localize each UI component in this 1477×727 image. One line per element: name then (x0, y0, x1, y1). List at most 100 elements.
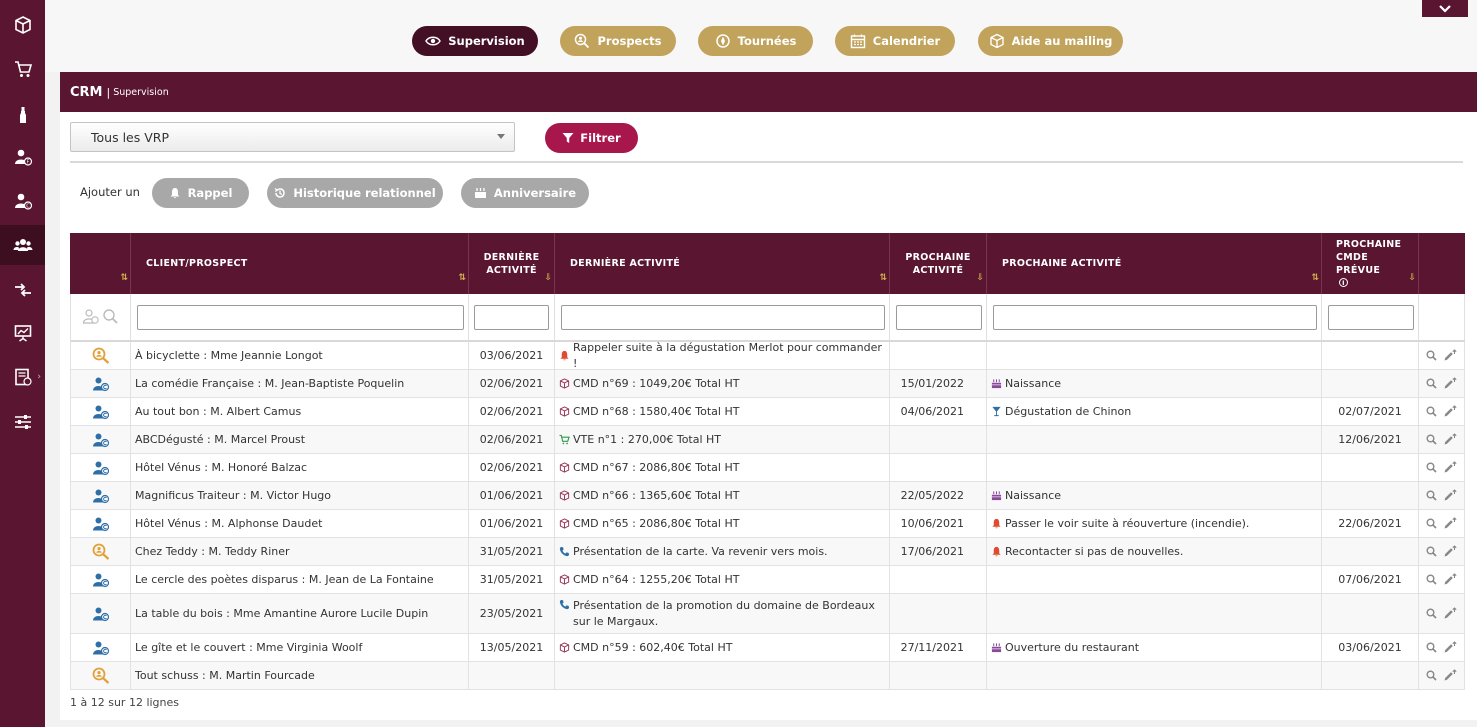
client-name[interactable]: Chez Teddy : M. Teddy Riner (135, 544, 290, 560)
client-icon[interactable] (92, 606, 110, 622)
edit-icon[interactable] (1443, 377, 1457, 390)
client-cell: Magnificus Traiteur : M. Victor Hugo (131, 482, 469, 509)
client-icon[interactable]: C (0, 181, 45, 221)
edit-icon[interactable] (1443, 641, 1457, 654)
nav-prospects-button[interactable]: Prospects (560, 26, 676, 56)
client-icon[interactable] (92, 488, 110, 504)
view-icon[interactable] (1426, 406, 1437, 417)
type-cell (70, 342, 131, 369)
nav-mailing-button[interactable]: Aide au mailing (978, 26, 1123, 56)
edit-icon[interactable] (1443, 405, 1457, 418)
prospect-icon[interactable] (92, 347, 110, 364)
bottle-icon[interactable] (0, 95, 45, 135)
client-icon[interactable] (92, 460, 110, 476)
table-row[interactable]: La comédie Française : M. Jean-Baptiste … (70, 370, 1465, 398)
edit-icon[interactable] (1443, 517, 1457, 530)
client-icon[interactable] (92, 640, 110, 656)
box-icon[interactable] (0, 5, 45, 45)
table-row[interactable]: Tout schuss : M. Martin Fourcade (70, 662, 1465, 690)
table-row[interactable]: ABCDégusté : M. Marcel Proust 02/06/2021 V… (70, 426, 1465, 454)
client-name[interactable]: Hôtel Vénus : M. Honoré Balzac (135, 460, 307, 476)
cake-icon (991, 642, 1002, 653)
vrp-select[interactable]: Tous les VRP (70, 122, 515, 152)
prospect-icon[interactable] (92, 667, 110, 684)
edit-icon[interactable] (1443, 349, 1457, 362)
view-icon[interactable] (1426, 670, 1437, 681)
col-next-order-header[interactable]: PROCHAINE CMDE PRÉVUEi ⇩ (1322, 233, 1419, 294)
settings-sliders-icon[interactable] (0, 402, 45, 442)
table-row[interactable]: Magnificus Traiteur : M. Victor Hugo 01/0… (70, 482, 1465, 510)
view-icon[interactable] (1426, 378, 1437, 389)
client-name[interactable]: Au tout bon : M. Albert Camus (135, 404, 301, 420)
client-name[interactable]: Le gîte et le couvert : Mme Virginia Woo… (135, 640, 362, 656)
client-icon[interactable] (92, 516, 110, 532)
filter-button[interactable]: Filtrer (545, 123, 638, 153)
view-icon[interactable] (1426, 546, 1437, 557)
presentation-icon[interactable] (0, 313, 45, 353)
collapse-toggle[interactable] (1422, 0, 1468, 17)
table-row[interactable]: Au tout bon : M. Albert Camus 02/06/2021 C… (70, 398, 1465, 426)
client-icon[interactable] (92, 404, 110, 420)
edit-icon[interactable] (1443, 433, 1457, 446)
col-next-activity-header[interactable]: PROCHAINE ACTIVITÉ ⇅ (987, 233, 1322, 294)
col-client-header[interactable]: CLIENT/PROSPECT ⇅ (131, 233, 469, 294)
table-row[interactable]: Hôtel Vénus : M. Honoré Balzac 02/06/2021… (70, 454, 1465, 482)
client-name[interactable]: ABCDégusté : M. Marcel Proust (135, 432, 305, 448)
filter-next-date-input[interactable] (896, 305, 982, 330)
nav-tournees-button[interactable]: Tournées (698, 26, 813, 56)
client-name[interactable]: Le cercle des poètes disparus : M. Jean … (135, 572, 434, 588)
search-person-icon (575, 33, 590, 49)
edit-icon[interactable] (1443, 607, 1457, 620)
filter-client-input[interactable] (137, 305, 464, 330)
view-icon[interactable] (1426, 350, 1437, 361)
view-icon[interactable] (1426, 434, 1437, 445)
nav-calendrier-button[interactable]: Calendrier (835, 26, 955, 56)
table-row[interactable]: Hôtel Vénus : M. Alphonse Daudet 01/06/20… (70, 510, 1465, 538)
client-icon[interactable] (92, 572, 110, 588)
client-name[interactable]: La table du bois : Mme Amantine Aurore L… (135, 606, 428, 622)
table-row[interactable]: Chez Teddy : M. Teddy Riner 31/05/2021 Pré… (70, 538, 1465, 566)
edit-icon[interactable] (1443, 573, 1457, 586)
view-icon[interactable] (1426, 574, 1437, 585)
invoice-icon[interactable]: › (0, 357, 45, 397)
filter-last-date-input[interactable] (474, 305, 549, 330)
view-icon[interactable] (1426, 518, 1437, 529)
supplier-icon[interactable]: F (0, 137, 45, 177)
client-icon[interactable] (92, 376, 110, 392)
nav-supervision-button[interactable]: Supervision (412, 26, 538, 56)
table-row[interactable]: Le gîte et le couvert : Mme Virginia Woo… (70, 634, 1465, 662)
client-name[interactable]: La comédie Française : M. Jean-Baptiste … (135, 376, 404, 392)
view-icon[interactable] (1426, 608, 1437, 619)
filter-last-activity-input[interactable] (561, 305, 885, 330)
transfer-icon[interactable] (0, 270, 45, 310)
view-icon[interactable] (1426, 642, 1437, 653)
table-row[interactable]: À bicyclette : Mme Jeannie Longot 03/06/2… (70, 341, 1465, 370)
cart-icon[interactable] (0, 49, 45, 89)
col-next-date-header[interactable]: PROCHAINE ACTIVITÉ ⇩ (890, 233, 987, 294)
view-icon[interactable] (1426, 490, 1437, 501)
type-filter-icons[interactable] (82, 308, 118, 326)
col-last-activity-header[interactable]: DERNIÈRE ACTIVITÉ ⇅ (555, 233, 890, 294)
edit-icon[interactable] (1443, 461, 1457, 474)
client-name[interactable]: Tout schuss : M. Martin Fourcade (135, 668, 315, 684)
edit-icon[interactable] (1443, 489, 1457, 502)
client-name[interactable]: Magnificus Traiteur : M. Victor Hugo (135, 488, 331, 504)
table-row[interactable]: Le cercle des poètes disparus : M. Jean … (70, 566, 1465, 594)
col-type-header[interactable]: ⇅ (70, 233, 131, 294)
add-rappel-button[interactable]: Rappel (152, 178, 249, 208)
client-name[interactable]: À bicyclette : Mme Jeannie Longot (135, 348, 323, 364)
view-icon[interactable] (1426, 462, 1437, 473)
client-name[interactable]: Hôtel Vénus : M. Alphonse Daudet (135, 516, 322, 532)
add-anniversaire-button[interactable]: Anniversaire (461, 178, 589, 208)
col-last-date-header[interactable]: DERNIÈRE ACTIVITÉ ⇩ (469, 233, 555, 294)
client-cell: Hôtel Vénus : M. Honoré Balzac (131, 454, 469, 481)
edit-icon[interactable] (1443, 545, 1457, 558)
client-icon[interactable] (92, 432, 110, 448)
edit-icon[interactable] (1443, 669, 1457, 682)
filter-next-order-input[interactable] (1328, 305, 1414, 330)
add-historique-button[interactable]: Historique relationnel (267, 178, 443, 208)
table-row[interactable]: La table du bois : Mme Amantine Aurore L… (70, 594, 1465, 634)
prospect-icon[interactable] (92, 543, 110, 560)
users-icon[interactable] (0, 225, 45, 265)
filter-next-activity-input[interactable] (993, 305, 1317, 330)
